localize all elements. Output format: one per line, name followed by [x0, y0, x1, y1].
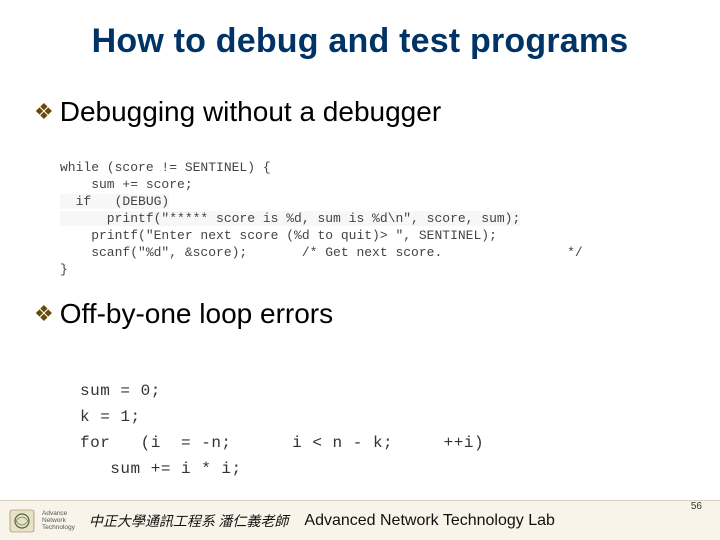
code-line-if: if (DEBUG) [60, 194, 169, 209]
bullet-offbyone: ❖ Off-by-one loop errors [34, 298, 333, 330]
footer-chinese-text: 中正大學通訊工程系 潘仁義老師 [89, 511, 289, 531]
code-line: while (score != SENTINEL) { [60, 160, 271, 175]
footer-logo-text: Advance Network Technology [42, 510, 75, 531]
code-block-debug: while (score != SENTINEL) { sum += score… [60, 142, 583, 278]
slide: How to debug and test programs ❖ Debuggi… [0, 0, 720, 540]
bullet-text: Debugging without a debugger [60, 96, 441, 128]
diamond-icon: ❖ [34, 303, 54, 325]
diamond-icon: ❖ [34, 101, 54, 123]
page-number: 56 [691, 501, 702, 512]
code-line: } [60, 262, 68, 277]
bullet-debugging: ❖ Debugging without a debugger [34, 96, 441, 128]
code-line: scanf("%d", &score); /* Get next score. … [60, 245, 583, 260]
code-line-printf-debug: printf("***** score is %d, sum is %d\n",… [60, 211, 520, 226]
code-line: sum += i * i; [80, 460, 242, 478]
bullet-text: Off-by-one loop errors [60, 298, 333, 330]
footer-logo-icon [8, 508, 36, 534]
code-line: k = 1; [80, 408, 141, 426]
code-line: sum = 0; [80, 382, 161, 400]
code-block-loop: sum = 0; k = 1; for (i = -n; i < n - k; … [80, 352, 484, 482]
code-line: for (i = -n; i < n - k; ++i) [80, 434, 484, 452]
footer-bar: Advance Network Technology 中正大學通訊工程系 潘仁義… [0, 500, 720, 540]
footer-lab-name: Advanced Network Technology Lab [304, 512, 555, 530]
code-line: printf("Enter next score (%d to quit)> "… [60, 228, 497, 243]
code-line: sum += score; [60, 177, 193, 192]
slide-title: How to debug and test programs [0, 22, 720, 61]
